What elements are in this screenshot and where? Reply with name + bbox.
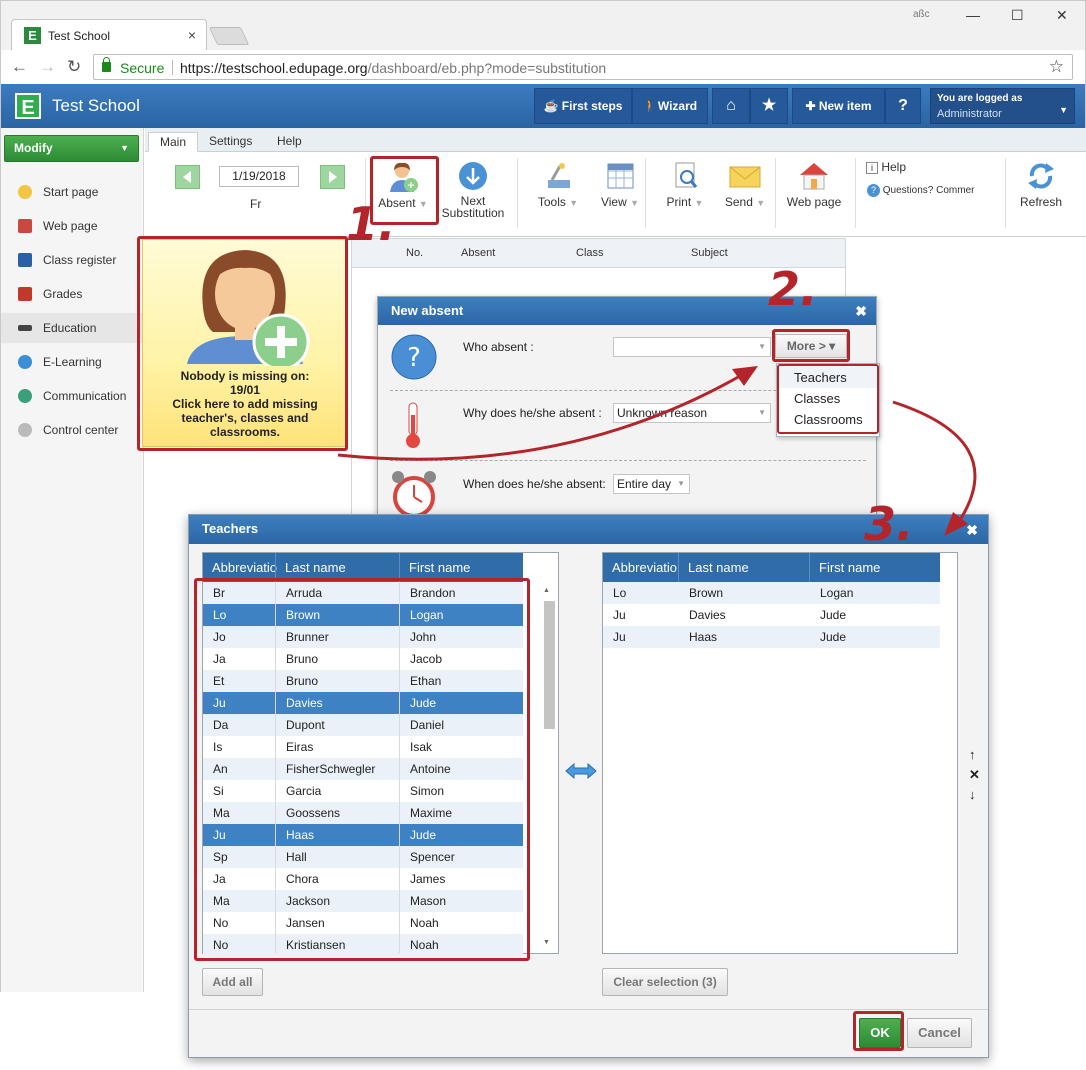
annotation-step-3: 3. xyxy=(864,497,914,551)
annotation-step-2: 2. xyxy=(768,262,818,316)
annotation-arrows xyxy=(337,366,977,536)
highlight-box xyxy=(370,156,439,225)
